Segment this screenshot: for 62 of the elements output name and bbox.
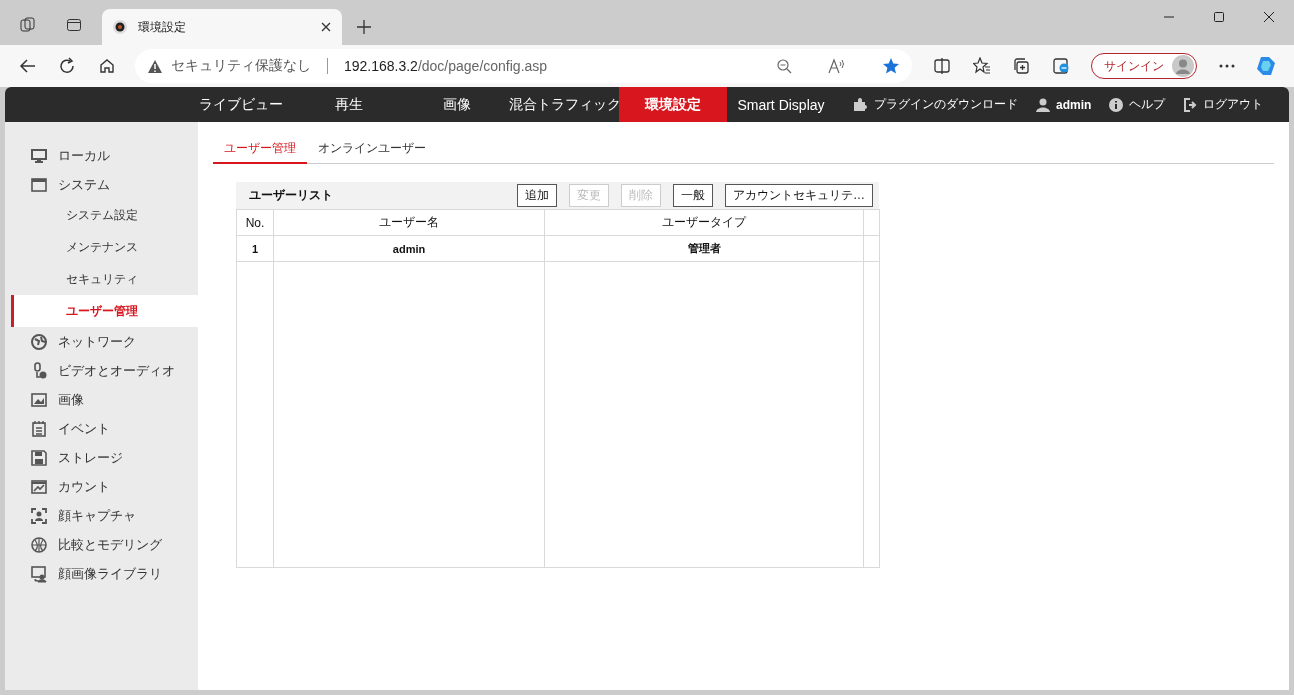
sidebar-subitem[interactable]: セキュリティ — [11, 263, 198, 295]
nav-tab[interactable]: 混合トラフィック — [511, 87, 619, 122]
help-link[interactable]: ヘルプ — [1109, 87, 1166, 122]
user-link[interactable]: admin — [1036, 87, 1092, 122]
column-header: ユーザータイプ — [544, 209, 864, 236]
sidebar-item[interactable]: ストレージ — [5, 443, 198, 472]
sign-in-button[interactable]: サインイン — [1090, 53, 1197, 79]
security-warning: セキュリティ保護なし — [170, 57, 311, 75]
sidebar-item[interactable]: 比較とモデリング — [5, 530, 198, 559]
logout-icon — [1183, 97, 1198, 112]
sidebar-item[interactable]: 画像 — [5, 385, 198, 414]
column-header: ユーザー名 — [273, 209, 545, 236]
sidebar-item[interactable]: ビデオとオーディオ — [5, 356, 198, 385]
sidebar-item[interactable]: システム — [5, 170, 198, 199]
nav-tab[interactable]: 環境設定 — [619, 87, 727, 122]
sidebar-icon — [30, 390, 48, 409]
toolbar-button[interactable]: アカウントセキュリテ… — [725, 184, 873, 207]
sidebar-item[interactable]: 顔画像ライブラリ — [5, 559, 198, 588]
sidebar-icon — [30, 506, 48, 525]
sidebar-item[interactable]: カウント — [5, 472, 198, 501]
zoom-out-icon[interactable] — [776, 58, 793, 74]
table-cell: admin — [273, 235, 545, 262]
user-icon — [1036, 97, 1050, 112]
logout-link[interactable]: ログアウト — [1183, 87, 1264, 122]
sidebar-icon — [30, 332, 48, 351]
address-bar[interactable]: セキュリティ保護なし 192.168.3.2/doc/page/config.asp — [134, 49, 913, 83]
sidebar-item[interactable]: 顔キャプチャ — [5, 501, 198, 530]
sidebar-icon — [30, 564, 48, 583]
table-cell: 管理者 — [544, 235, 864, 262]
url-text: 192.168.3.2/doc/page/config.asp — [343, 58, 549, 74]
toolbar-button[interactable]: 一般 — [673, 184, 713, 207]
warning-icon — [146, 58, 163, 74]
sidebar-subitem[interactable]: メンテナンス — [11, 231, 198, 263]
avatar-icon — [1171, 55, 1194, 77]
browser-tab[interactable]: 環境設定 — [102, 9, 342, 45]
nav-tab[interactable]: Smart Display — [727, 87, 835, 122]
content-tab[interactable]: ユーザー管理 — [213, 134, 307, 164]
nav-tab[interactable]: 再生 — [295, 87, 403, 122]
star-icon[interactable] — [882, 57, 901, 75]
sidebar-icon — [30, 477, 48, 496]
table-cell: 1 — [236, 235, 274, 262]
sidebar-icon — [30, 448, 48, 467]
sidebar-icon — [30, 419, 48, 438]
nav-tab[interactable]: ライブビュー — [187, 87, 295, 122]
sidebar-subitem[interactable]: ユーザー管理 — [11, 295, 198, 327]
sidebar-icon — [30, 146, 48, 165]
sidebar-item[interactable]: ローカル — [5, 141, 198, 170]
toolbar-button[interactable]: 追加 — [517, 184, 557, 207]
read-aloud-icon[interactable] — [828, 58, 847, 74]
content-tab[interactable]: オンラインユーザー — [307, 134, 437, 164]
panel-title: ユーザーリスト — [249, 187, 334, 204]
plugin-download-link[interactable]: プラグインのダウンロード — [853, 87, 1018, 122]
sidebar-subitem[interactable]: システム設定 — [11, 199, 198, 231]
sidebar-item[interactable]: イベント — [5, 414, 198, 443]
sidebar-icon — [30, 535, 48, 554]
camera-favicon-icon — [112, 19, 128, 35]
column-header: No. — [236, 209, 274, 236]
info-icon — [1109, 97, 1124, 112]
sidebar-icon — [30, 175, 48, 194]
close-icon[interactable] — [320, 21, 332, 33]
puzzle-icon — [853, 97, 868, 112]
sidebar-item[interactable]: ネットワーク — [5, 327, 198, 356]
